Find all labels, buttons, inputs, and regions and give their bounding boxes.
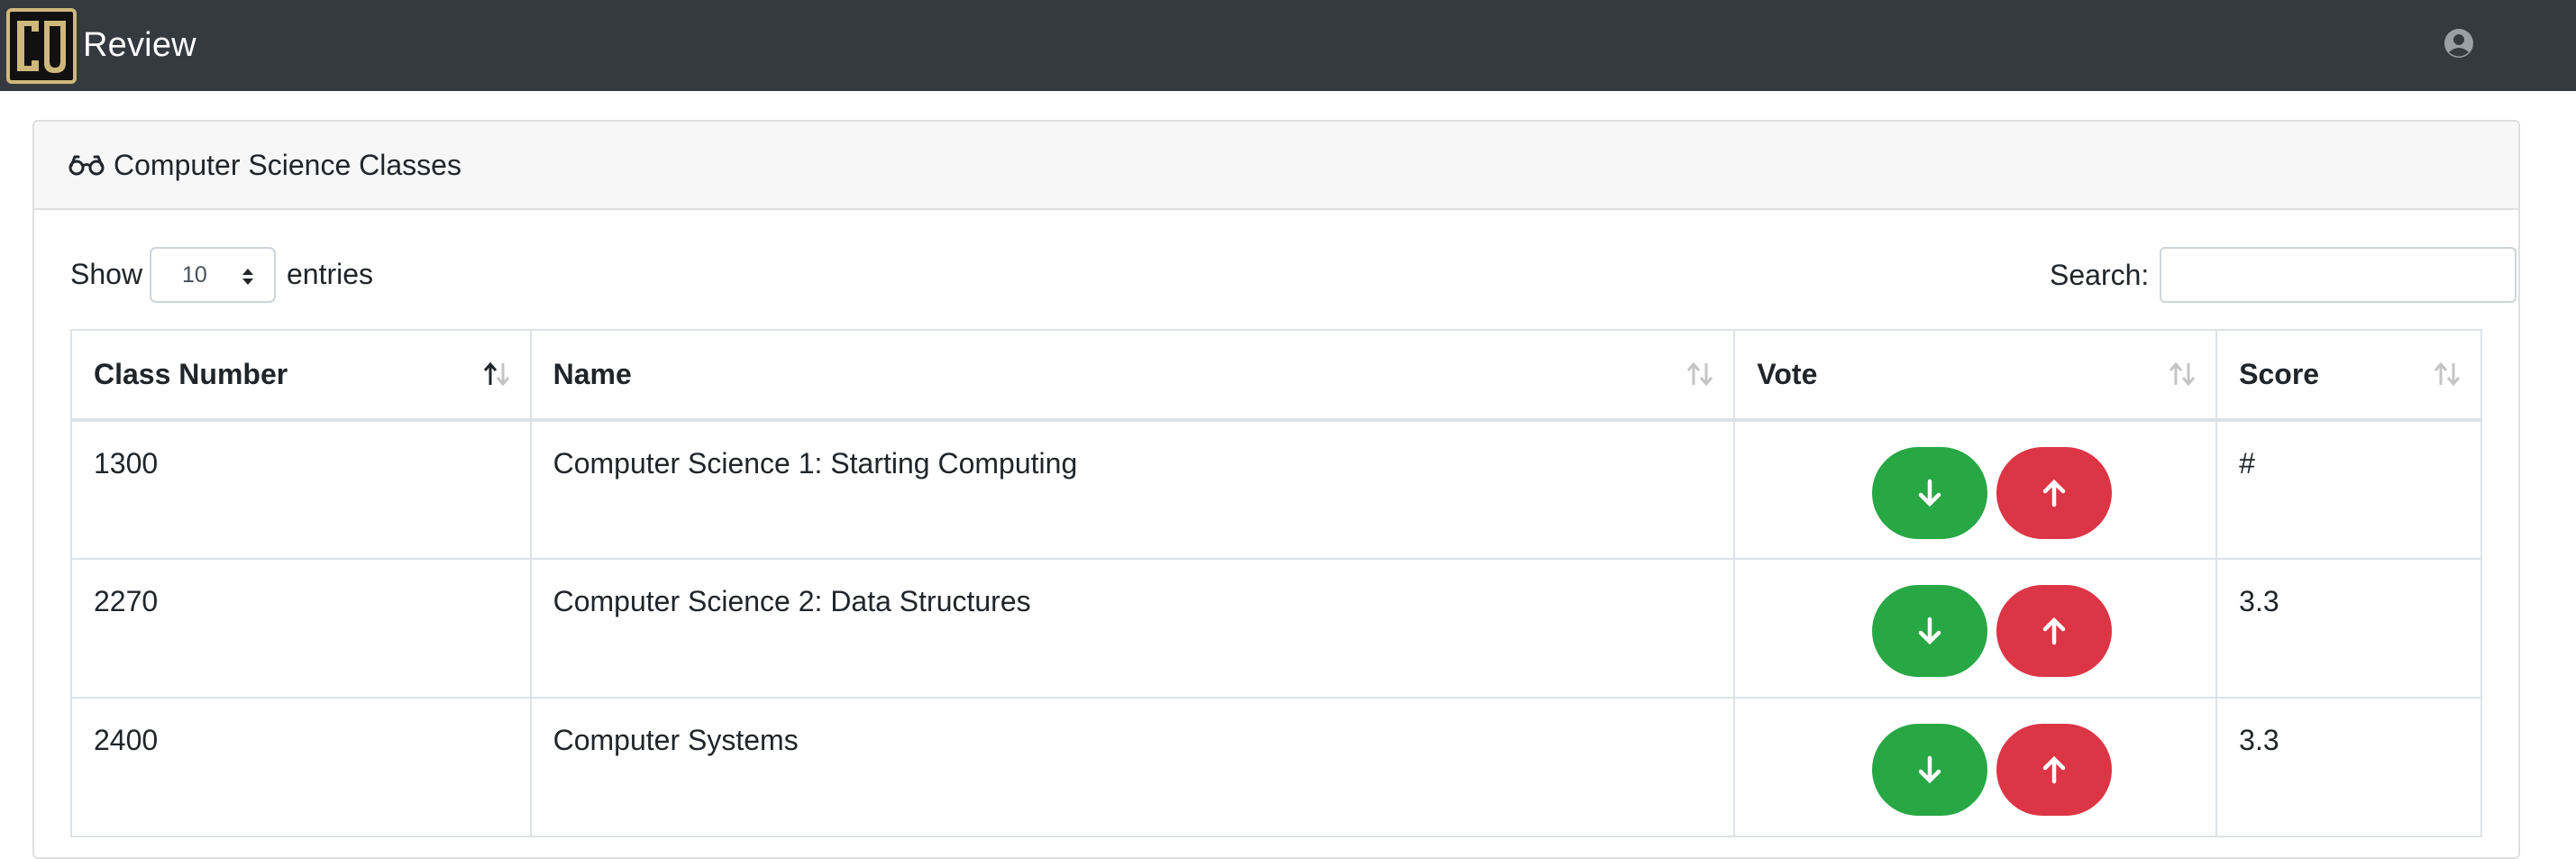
- table-row: 2270 Computer Science 2: Data Structures…: [70, 558, 2482, 699]
- arrow-up-icon: [2042, 755, 2066, 784]
- vote-cell: [1733, 558, 2218, 699]
- table-row: 2400 Computer Systems 3.3: [70, 697, 2482, 837]
- table-header-row: Class Number Name Vote Score: [70, 329, 2482, 422]
- entries-length-select[interactable]: 10: [150, 247, 276, 303]
- classes-card: Computer Science Classes Show 10 entries…: [32, 120, 2520, 859]
- arrow-up-icon: [2042, 479, 2066, 507]
- vote-cell: [1733, 697, 2218, 837]
- class-name-cell: Computer Science 1: Starting Computing: [529, 419, 1736, 560]
- column-header-name[interactable]: Name: [529, 329, 1736, 422]
- arrow-down-icon: [1918, 617, 1941, 645]
- search-label: Search:: [2050, 259, 2150, 291]
- sort-ascending-icon: [483, 361, 509, 387]
- vote-cell: [1733, 419, 2218, 560]
- class-number-cell: 2270: [70, 558, 532, 699]
- glasses-icon: [69, 155, 105, 176]
- vote-up-button[interactable]: [1996, 724, 2112, 816]
- user-circle-icon[interactable]: [2444, 28, 2474, 59]
- column-header-score[interactable]: Score: [2215, 329, 2482, 422]
- sort-icon: [2434, 361, 2461, 387]
- column-header-class-number[interactable]: Class Number: [70, 329, 532, 422]
- show-label: Show: [70, 258, 143, 290]
- column-header-vote[interactable]: Vote: [1733, 329, 2218, 422]
- class-number-cell: 2400: [70, 697, 532, 837]
- brand-link[interactable]: CU Review: [5, 7, 196, 85]
- sort-icon: [1687, 361, 1713, 387]
- score-cell: #: [2215, 419, 2482, 560]
- entries-label: entries: [287, 258, 374, 290]
- cu-logo: CU: [5, 7, 77, 84]
- classes-table: Class Number Name Vote Score 1300 Comput…: [70, 329, 2482, 837]
- class-name-cell: Computer Systems: [529, 697, 1736, 837]
- table-row: 1300 Computer Science 1: Starting Comput…: [70, 419, 2482, 560]
- card-header: Computer Science Classes: [34, 122, 2518, 210]
- arrow-down-icon: [1918, 479, 1941, 507]
- class-name-cell: Computer Science 2: Data Structures: [529, 558, 1736, 699]
- sort-icon: [2170, 361, 2196, 387]
- vote-down-button[interactable]: [1871, 724, 1987, 816]
- length-value: 10: [182, 261, 207, 288]
- svg-text:CU: CU: [5, 7, 7, 8]
- card-title: Computer Science Classes: [114, 148, 461, 181]
- table-controls: Show 10 entries Search:: [70, 247, 2517, 305]
- score-cell: 3.3: [2215, 697, 2482, 837]
- vote-up-button[interactable]: [1996, 447, 2112, 539]
- search-input[interactable]: [2160, 247, 2517, 303]
- arrow-down-icon: [1918, 755, 1941, 784]
- brand-text: Review: [83, 26, 196, 64]
- vote-up-button[interactable]: [1996, 585, 2112, 677]
- select-caret-icon: [242, 269, 253, 285]
- class-number-cell: 1300: [70, 419, 532, 560]
- navbar: CU Review: [0, 0, 2576, 91]
- vote-down-button[interactable]: [1871, 447, 1987, 539]
- arrow-up-icon: [2042, 617, 2066, 645]
- score-cell: 3.3: [2215, 558, 2482, 699]
- vote-down-button[interactable]: [1871, 585, 1987, 677]
